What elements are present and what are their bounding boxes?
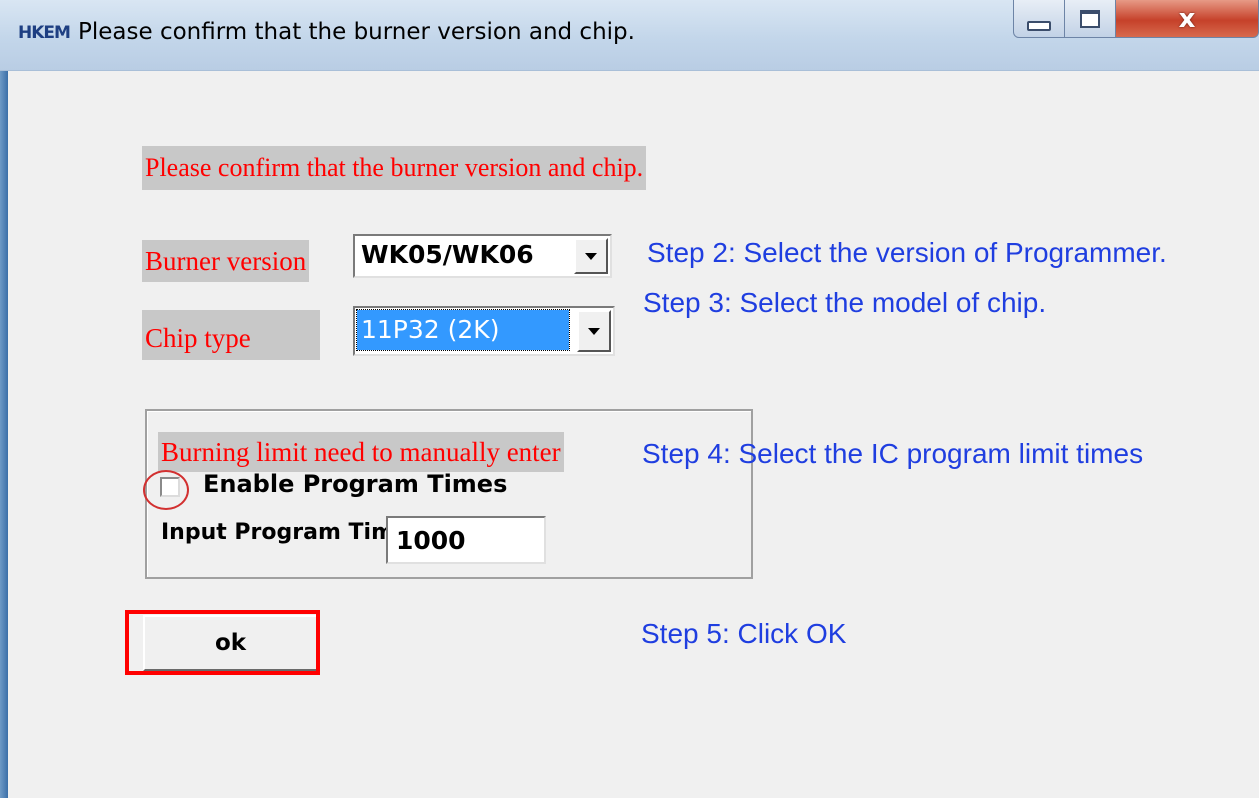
checkbox-highlight-circle [143,470,189,510]
chevron-down-icon [588,327,600,335]
minimize-button[interactable] [1013,0,1065,38]
chip-type-dropdown-button[interactable] [577,310,611,352]
program-times-input[interactable]: 1000 [386,516,546,564]
minimize-icon [1027,20,1051,31]
step5-annotation: Step 5: Click OK [641,618,847,649]
app-logo-icon: HKEM [18,23,71,43]
burner-version-value: WK05/WK06 [361,240,534,269]
input-program-times-label: Input Program Times [161,520,391,545]
maximize-button[interactable] [1064,0,1116,38]
chevron-down-icon [585,252,597,260]
burner-version-dropdown-button[interactable] [574,238,608,274]
chip-type-select[interactable]: 11P32 (2K) [353,306,615,356]
window-left-border [0,0,8,798]
window-title: Please confirm that the burner version a… [78,19,635,45]
burning-limit-label: Burning limit need to manually enter [158,432,564,472]
chip-type-value: 11P32 (2K) [356,309,570,351]
ok-highlight-box [125,610,320,675]
burner-version-label: Burner version [142,240,310,282]
step2-annotation: Step 2: Select the version of Programmer… [647,237,1167,268]
step3-annotation: Step 3: Select the model of chip. [643,287,1047,318]
enable-program-times-label[interactable]: Enable Program Times [203,470,507,498]
dialog-caption: Please confirm that the burner version a… [142,146,647,190]
close-icon: x [1178,3,1196,34]
step4-annotation: Step 4: Select the IC program limit time… [642,438,1144,469]
title-bar[interactable]: HKEM Please confirm that the burner vers… [0,0,1259,71]
chip-type-label: Chip type [142,310,320,360]
burner-version-select[interactable]: WK05/WK06 [353,234,612,278]
close-button[interactable]: x [1115,0,1259,38]
maximize-icon [1080,9,1100,28]
